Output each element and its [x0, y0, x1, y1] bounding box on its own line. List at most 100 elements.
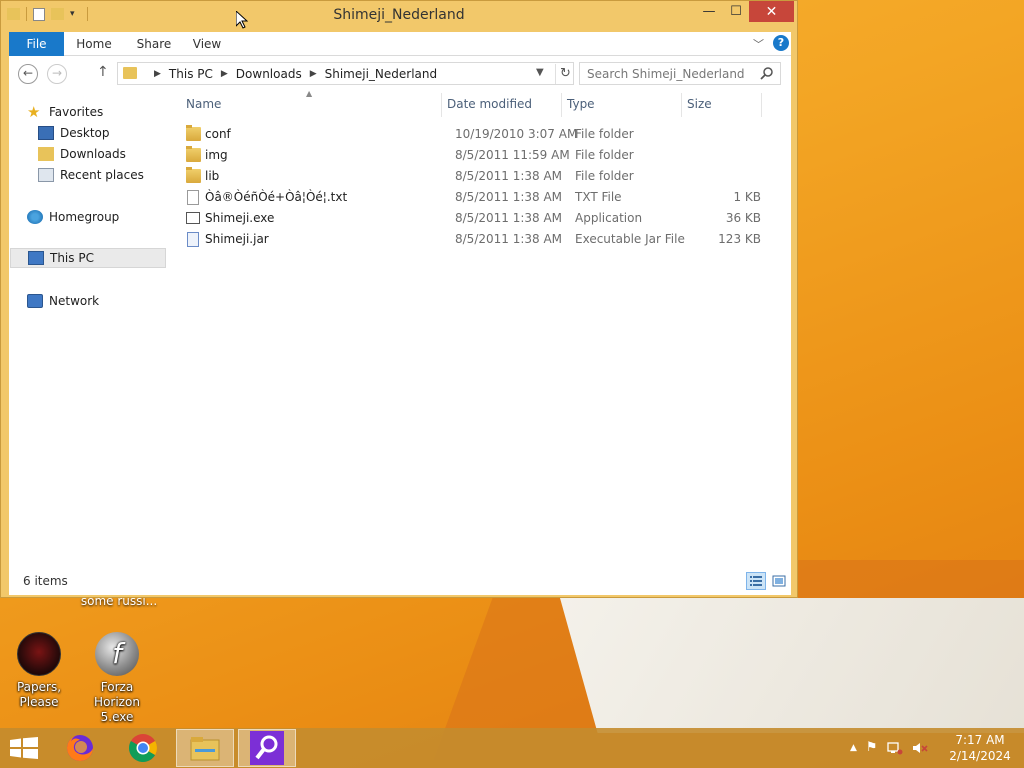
column-header-label: Name	[186, 97, 222, 111]
table-row[interactable]: Òâ®ÒéñÒé+Òâ¦Òé¦.txt 8/5/2011 1:38 AM TXT…	[184, 187, 774, 208]
desktop-icon-label: Forza Horizon 5.exe	[94, 680, 140, 724]
search-input[interactable]	[587, 64, 762, 84]
file-date: 8/5/2011 1:38 AM	[455, 169, 563, 183]
taskbar: ▲ ⚑ 7:17 AM 2/14/2024	[0, 728, 1024, 768]
file-name: Shimeji.jar	[205, 232, 269, 246]
desktop-icon-forza[interactable]: f Forza Horizon 5.exe	[78, 632, 156, 725]
navigation-pane: ★ Favorites Desktop Downloads Recent pla…	[9, 91, 166, 568]
tab-view[interactable]: View	[187, 32, 227, 56]
column-divider[interactable]	[441, 93, 442, 117]
mouse-cursor-icon	[236, 11, 248, 29]
system-tray: ▲ ⚑	[850, 740, 928, 755]
nav-item-label: Recent places	[60, 168, 144, 182]
close-button[interactable]: ✕	[749, 1, 794, 22]
file-type: File folder	[575, 169, 634, 183]
column-header-date[interactable]: Date modified	[447, 97, 532, 111]
desktop-icon-papers-please[interactable]: Papers, Please	[0, 632, 78, 710]
minimize-button[interactable]: —	[695, 1, 723, 22]
nav-item-favorites[interactable]: ★ Favorites	[27, 102, 166, 122]
flash-icon: f	[95, 632, 139, 676]
column-header-name[interactable]: Name	[186, 97, 221, 111]
nav-item-label: Homegroup	[49, 210, 120, 224]
back-button[interactable]: ←	[18, 64, 38, 84]
network-status-icon[interactable]	[886, 741, 903, 755]
column-divider[interactable]	[761, 93, 762, 117]
up-button[interactable]: ↑	[97, 64, 109, 80]
large-icons-view-button[interactable]	[769, 572, 789, 590]
nav-item-network[interactable]: Network	[27, 291, 166, 311]
nav-item-homegroup[interactable]: Homegroup	[27, 207, 166, 227]
table-row[interactable]: Shimeji.exe 8/5/2011 1:38 AM Application…	[184, 208, 774, 229]
tab-share[interactable]: Share	[131, 32, 177, 56]
column-header-type[interactable]: Type	[567, 97, 595, 111]
column-divider[interactable]	[561, 93, 562, 117]
file-name: lib	[205, 169, 220, 183]
column-header-size[interactable]: Size	[687, 97, 712, 111]
desktop-icon	[38, 126, 54, 140]
chevron-right-icon[interactable]: ▶	[221, 69, 228, 79]
action-center-flag-icon[interactable]: ⚑	[866, 740, 878, 755]
magnifier-app-icon	[250, 731, 284, 765]
file-explorer-icon	[190, 737, 220, 761]
file-size: 123 KB	[718, 232, 761, 246]
breadcrumb-item[interactable]: This PC	[169, 67, 213, 81]
file-size: 36 KB	[725, 211, 761, 225]
maximize-button[interactable]: ☐	[723, 1, 749, 22]
folder-icon	[186, 146, 201, 162]
file-name: conf	[205, 127, 231, 141]
breadcrumb: ▶ This PC ▶ Downloads ▶ Shimeji_Nederlan…	[146, 67, 437, 81]
taskbar-chrome[interactable]	[114, 729, 172, 767]
table-row[interactable]: Shimeji.jar 8/5/2011 1:38 AM Executable …	[184, 229, 774, 250]
chevron-right-icon[interactable]: ▶	[154, 69, 161, 79]
volume-muted-icon[interactable]	[912, 741, 928, 755]
sort-ascending-icon: ▲	[306, 89, 313, 98]
clock-time: 7:17 AM	[955, 733, 1005, 747]
file-list: Name ▲ Date modified Type Size conf 10/1…	[174, 89, 791, 568]
taskbar-file-explorer[interactable]	[176, 729, 234, 767]
folder-icon	[186, 125, 201, 141]
tab-file[interactable]: File	[9, 32, 64, 56]
refresh-button[interactable]: ↻	[555, 64, 575, 84]
tab-home[interactable]: Home	[71, 32, 117, 56]
title-bar[interactable]: ▾ Shimeji_Nederland — ☐ ✕	[1, 1, 797, 31]
table-row[interactable]: lib 8/5/2011 1:38 AM File folder	[184, 166, 774, 187]
clock[interactable]: 7:17 AM 2/14/2024	[940, 732, 1020, 764]
nav-item-recent-places[interactable]: Recent places	[38, 165, 166, 185]
column-divider[interactable]	[681, 93, 682, 117]
chevron-down-icon[interactable]: ▼	[536, 67, 544, 78]
file-type: TXT File	[575, 190, 622, 204]
forward-button[interactable]: →	[47, 64, 67, 84]
breadcrumb-item[interactable]: Downloads	[236, 67, 302, 81]
file-size: 1 KB	[733, 190, 761, 204]
address-bar[interactable]: ▶ This PC ▶ Downloads ▶ Shimeji_Nederlan…	[117, 62, 574, 85]
taskbar-firefox[interactable]	[51, 729, 109, 767]
application-icon	[186, 212, 200, 224]
search-box[interactable]	[579, 62, 781, 85]
nav-item-this-pc[interactable]: This PC	[10, 248, 166, 268]
file-type: Executable Jar File	[575, 232, 685, 246]
chrome-icon	[129, 734, 157, 762]
chevron-right-icon[interactable]: ▶	[310, 69, 317, 79]
file-type: Application	[575, 211, 643, 225]
breadcrumb-item[interactable]: Shimeji_Nederland	[325, 67, 438, 81]
table-row[interactable]: img 8/5/2011 11:59 AM File folder	[184, 145, 774, 166]
file-type: File folder	[575, 148, 634, 162]
nav-item-label: Desktop	[60, 126, 110, 140]
help-icon[interactable]: ?	[773, 35, 789, 51]
computer-icon	[28, 251, 44, 265]
start-button[interactable]	[10, 737, 38, 759]
search-icon[interactable]	[760, 66, 774, 80]
file-date: 8/5/2011 1:38 AM	[455, 232, 563, 246]
nav-item-label: Downloads	[60, 147, 126, 161]
nav-item-desktop[interactable]: Desktop	[38, 123, 166, 143]
show-hidden-icons-icon[interactable]: ▲	[850, 743, 857, 753]
star-icon: ★	[27, 103, 41, 121]
taskbar-search-app[interactable]	[238, 729, 296, 767]
expand-ribbon-icon[interactable]: ﹀	[753, 36, 764, 52]
file-date: 8/5/2011 1:38 AM	[455, 190, 563, 204]
nav-item-downloads[interactable]: Downloads	[38, 144, 166, 164]
explorer-window: ▾ Shimeji_Nederland — ☐ ✕ File Home Shar…	[0, 0, 798, 598]
large-icons-view-icon	[772, 575, 786, 587]
details-view-button[interactable]	[746, 572, 766, 590]
table-row[interactable]: conf 10/19/2010 3:07 AM File folder	[184, 124, 774, 145]
